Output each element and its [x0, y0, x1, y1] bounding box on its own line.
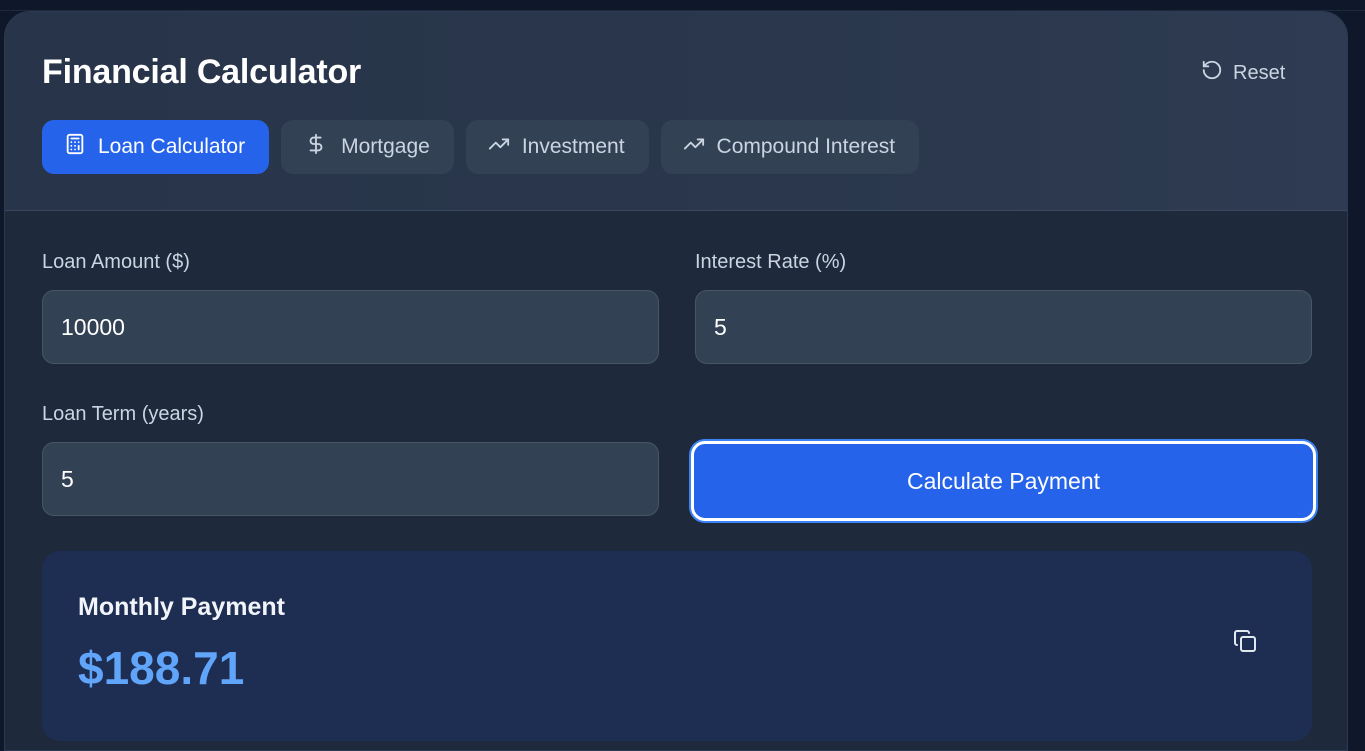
result-panel: Monthly Payment $188.71	[42, 551, 1312, 741]
copy-icon	[1233, 629, 1257, 658]
tab-loan-calculator[interactable]: Loan Calculator	[42, 120, 270, 174]
result-label: Monthly Payment	[78, 593, 285, 621]
calculator-tabs: Loan Calculator Mortgage Investment Comp…	[42, 120, 920, 174]
calculator-icon	[64, 133, 86, 161]
window-top-bar	[0, 0, 1365, 11]
monthly-payment-value: $188.71	[78, 642, 245, 694]
calculate-payment-button[interactable]: Calculate Payment	[691, 441, 1316, 521]
tab-label: Mortgage	[341, 135, 430, 158]
tab-mortgage[interactable]: Mortgage	[281, 120, 454, 174]
trending-up-icon	[488, 133, 510, 161]
reset-button[interactable]: Reset	[1201, 58, 1285, 88]
dollar-icon	[305, 133, 327, 161]
loan-amount-input[interactable]	[42, 290, 659, 364]
reset-icon	[1201, 59, 1223, 87]
calculator-card: Financial Calculator Reset Loan Calculat…	[4, 11, 1348, 751]
trending-up-icon	[683, 133, 705, 161]
tab-label: Compound Interest	[716, 135, 896, 158]
card-header: Financial Calculator Reset Loan Calculat…	[5, 12, 1347, 211]
tab-label: Loan Calculator	[98, 135, 246, 158]
reset-label: Reset	[1233, 61, 1286, 84]
loan-term-input[interactable]	[42, 442, 659, 516]
page-title: Financial Calculator	[42, 53, 362, 91]
tab-investment[interactable]: Investment	[465, 120, 649, 174]
loan-term-label: Loan Term (years)	[42, 403, 204, 425]
interest-rate-input[interactable]	[695, 290, 1312, 364]
tab-label: Investment	[521, 135, 625, 158]
loan-amount-label: Loan Amount ($)	[42, 251, 190, 273]
interest-rate-label: Interest Rate (%)	[695, 251, 847, 273]
copy-button[interactable]	[1230, 628, 1260, 658]
tab-compound-interest[interactable]: Compound Interest	[660, 120, 920, 174]
